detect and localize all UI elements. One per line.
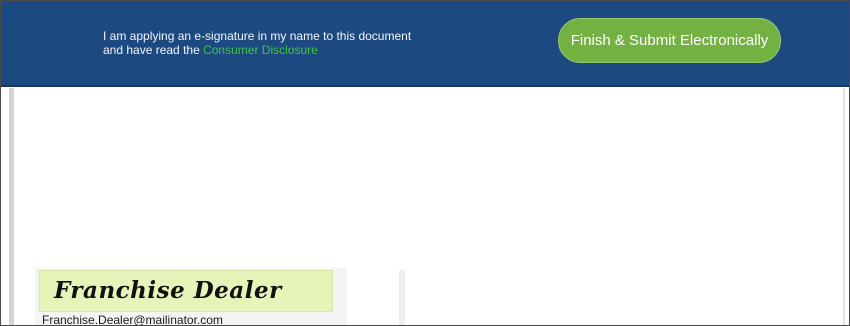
finish-submit-button[interactable]: Finish & Submit Electronically: [558, 18, 781, 63]
document-right-border: [843, 88, 845, 325]
document-left-border: [9, 88, 14, 325]
consent-statement: I am applying an e-signature in my name …: [103, 29, 433, 57]
signer-email: Franchise.Dealer@mailinator.com: [42, 313, 223, 326]
signature-name: Franchise Dealer: [54, 277, 282, 304]
consumer-disclosure-link[interactable]: Consumer Disclosure: [203, 43, 318, 57]
signature-field[interactable]: Franchise Dealer: [39, 270, 333, 312]
header-bar: I am applying an e-signature in my name …: [1, 1, 849, 87]
esign-window: I am applying an e-signature in my name …: [0, 0, 850, 326]
document-page[interactable]: Franchise Dealer Franchise.Dealer@mailin…: [1, 88, 849, 326]
signature-block-divider: [399, 270, 405, 325]
